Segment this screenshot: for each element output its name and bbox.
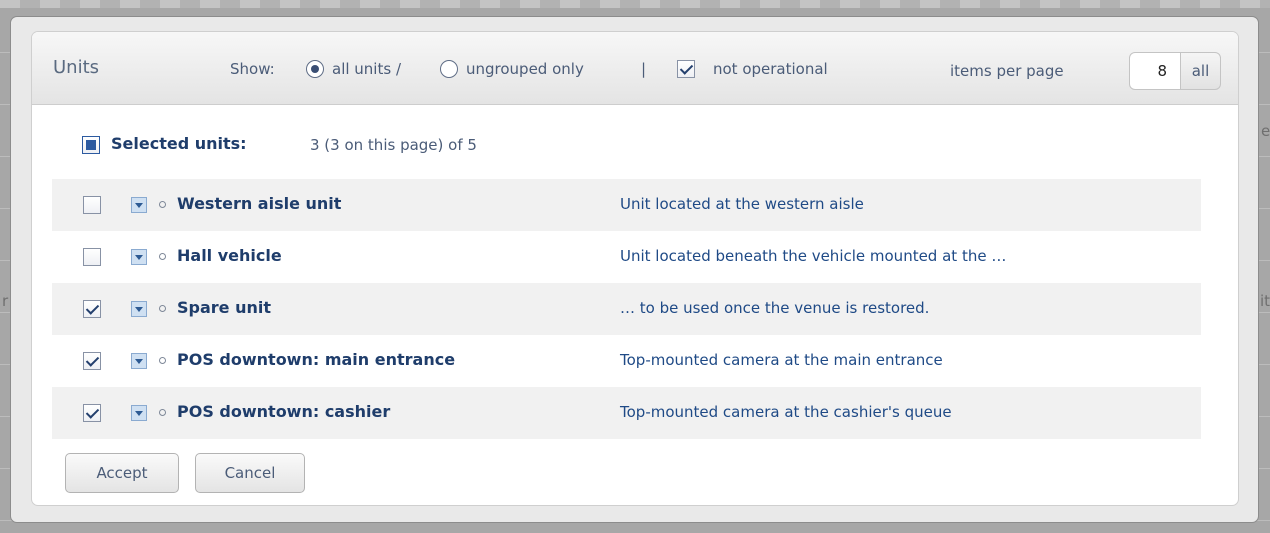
background-text-fragment: e bbox=[1261, 122, 1270, 140]
accept-button[interactable]: Accept bbox=[65, 453, 179, 493]
not-operational-label[interactable]: not operational bbox=[713, 60, 828, 78]
bullet-icon bbox=[159, 201, 166, 208]
background-text-fragment: it bbox=[1260, 292, 1270, 310]
units-panel: Units Show: all units / ungrouped only |… bbox=[31, 31, 1239, 506]
chevron-down-icon[interactable] bbox=[131, 405, 147, 421]
unit-name[interactable]: Spare unit bbox=[177, 298, 271, 317]
list-item: Hall vehicle Unit located beneath the ve… bbox=[52, 231, 1201, 283]
selected-units-count: 3 (3 on this page) of 5 bbox=[310, 136, 477, 154]
show-filter-label: Show: bbox=[230, 60, 275, 78]
unit-name[interactable]: POS downtown: cashier bbox=[177, 402, 390, 421]
unit-description: … to be used once the venue is restored. bbox=[620, 299, 930, 317]
background-strip bbox=[0, 0, 1270, 8]
ungrouped-only-label[interactable]: ungrouped only bbox=[466, 60, 584, 78]
selected-units-label: Selected units: bbox=[111, 134, 247, 153]
units-list: Western aisle unit Unit located at the w… bbox=[52, 179, 1201, 439]
unit-name[interactable]: Western aisle unit bbox=[177, 194, 341, 213]
bullet-icon bbox=[159, 409, 166, 416]
chevron-down-icon[interactable] bbox=[131, 197, 147, 213]
bullet-icon bbox=[159, 253, 166, 260]
ungrouped-only-radio[interactable] bbox=[440, 60, 458, 78]
bullet-icon bbox=[159, 305, 166, 312]
not-operational-checkbox[interactable] bbox=[677, 60, 695, 78]
select-all-checkbox[interactable] bbox=[82, 136, 100, 154]
cancel-button[interactable]: Cancel bbox=[195, 453, 305, 493]
unit-checkbox[interactable] bbox=[83, 352, 101, 370]
list-item: POS downtown: main entrance Top-mounted … bbox=[52, 335, 1201, 387]
all-units-label[interactable]: all units / bbox=[332, 60, 401, 78]
unit-description: Top-mounted camera at the main entrance bbox=[620, 351, 943, 369]
chevron-down-icon[interactable] bbox=[131, 353, 147, 369]
units-dialog: Units Show: all units / ungrouped only |… bbox=[10, 16, 1259, 523]
items-per-page-label: items per page bbox=[950, 62, 1064, 80]
unit-description: Top-mounted camera at the cashier's queu… bbox=[620, 403, 952, 421]
list-item: Spare unit … to be used once the venue i… bbox=[52, 283, 1201, 335]
panel-title: Units bbox=[53, 57, 100, 78]
bullet-icon bbox=[159, 357, 166, 364]
unit-description: Unit located at the western aisle bbox=[620, 195, 864, 213]
filter-separator: | bbox=[641, 60, 647, 78]
chevron-down-icon[interactable] bbox=[131, 249, 147, 265]
background-text-fragment: r bbox=[2, 292, 9, 310]
unit-checkbox[interactable] bbox=[83, 196, 101, 214]
chevron-down-icon[interactable] bbox=[131, 301, 147, 317]
unit-checkbox[interactable] bbox=[83, 300, 101, 318]
list-item: POS downtown: cashier Top-mounted camera… bbox=[52, 387, 1201, 439]
unit-description: Unit located beneath the vehicle mounted… bbox=[620, 247, 1007, 265]
items-per-page-input[interactable]: 8 bbox=[1129, 52, 1181, 90]
all-units-radio[interactable] bbox=[306, 60, 324, 78]
panel-header: Units Show: all units / ungrouped only |… bbox=[32, 32, 1238, 105]
unit-name[interactable]: Hall vehicle bbox=[177, 246, 282, 265]
list-item: Western aisle unit Unit located at the w… bbox=[52, 179, 1201, 231]
unit-name[interactable]: POS downtown: main entrance bbox=[177, 350, 455, 369]
unit-checkbox[interactable] bbox=[83, 404, 101, 422]
items-per-page-all-button[interactable]: all bbox=[1180, 52, 1221, 90]
unit-checkbox[interactable] bbox=[83, 248, 101, 266]
